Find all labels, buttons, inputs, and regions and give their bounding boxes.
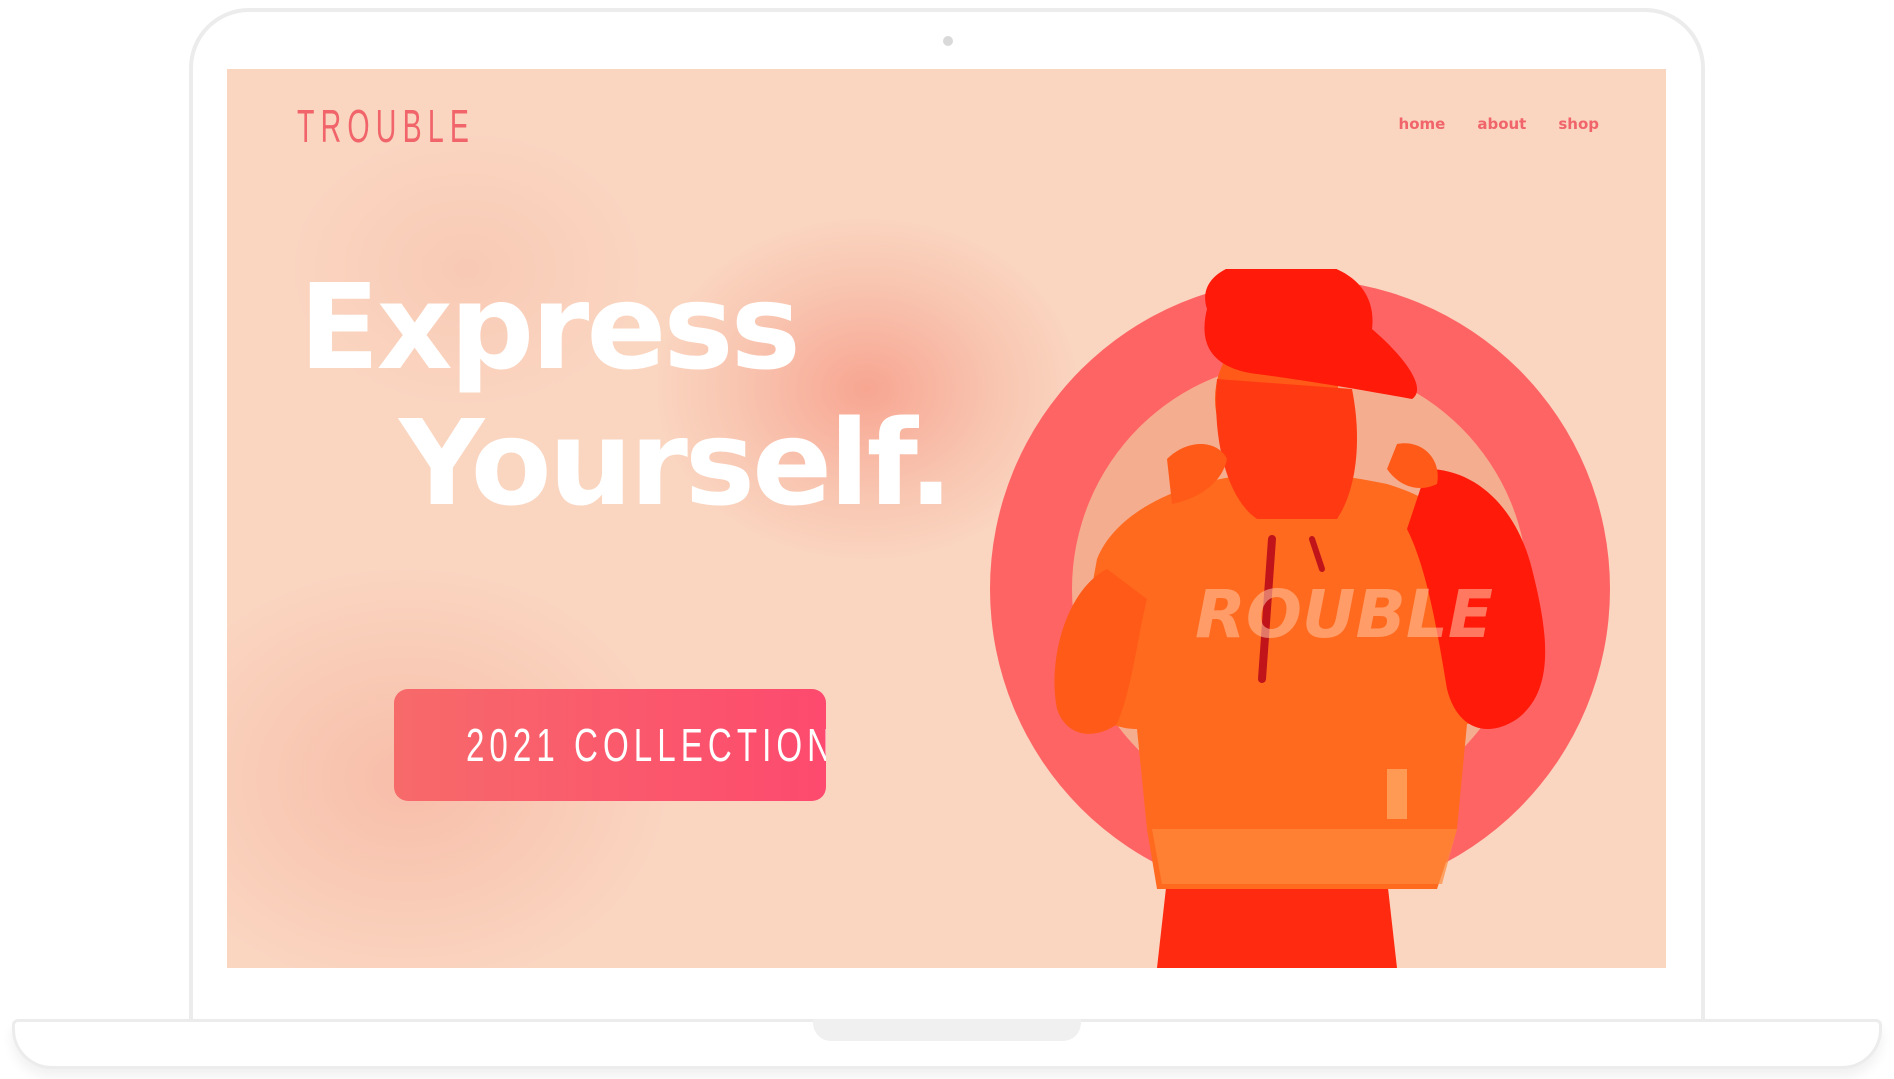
figure-legs: [1157, 879, 1397, 968]
hero-model-image: ROUBLE: [990, 269, 1610, 968]
site-logo[interactable]: TROUBLE: [297, 99, 475, 153]
nav-shop-link[interactable]: shop: [1558, 115, 1599, 133]
hoodie-print: ROUBLE: [1195, 576, 1493, 653]
headline-line-1: Express: [299, 258, 801, 396]
laptop-notch: [813, 1019, 1081, 1041]
collection-button[interactable]: 2021 COLLECTION: [394, 689, 826, 801]
main-nav: home about shop: [1399, 115, 1599, 133]
camera-dot: [943, 36, 953, 46]
hero-headline: Express Yourself.: [299, 258, 953, 532]
website-screen: TROUBLE home about shop Express Yourself…: [227, 69, 1666, 968]
hoodie-tag: [1387, 769, 1407, 819]
hoodie-hem: [1152, 829, 1457, 884]
collection-button-label: 2021 COLLECTION: [465, 719, 826, 771]
nav-home-link[interactable]: home: [1399, 115, 1446, 133]
nav-about-link[interactable]: about: [1477, 115, 1526, 133]
headline-line-2: Yourself.: [399, 394, 953, 532]
